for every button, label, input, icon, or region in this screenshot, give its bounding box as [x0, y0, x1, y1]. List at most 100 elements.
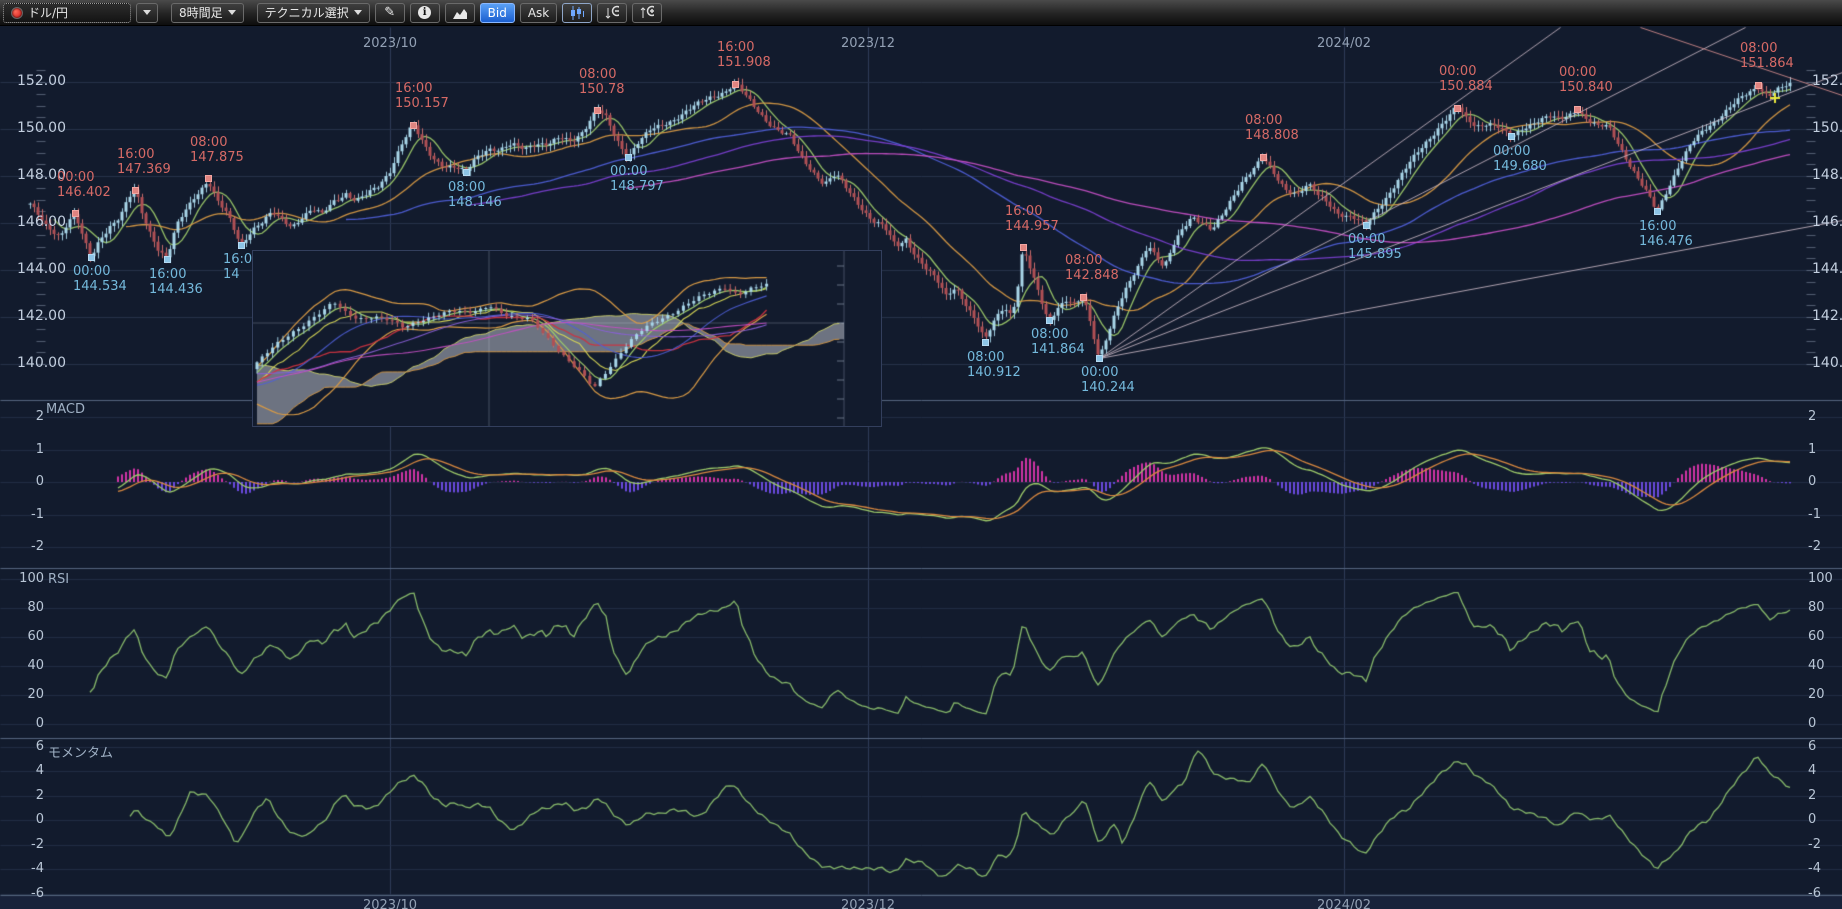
high-marker	[1574, 106, 1581, 113]
high-marker	[72, 210, 79, 217]
momentum-tick-right: 0	[1808, 812, 1816, 827]
price-axis-label-right: 142.0	[1812, 308, 1842, 324]
pair-dropdown-button[interactable]	[136, 3, 158, 23]
low-marker	[625, 154, 632, 161]
momentum-tick-right: -2	[1808, 837, 1821, 852]
rsi-tick-left: 20	[27, 687, 44, 702]
high-marker	[1020, 244, 1027, 251]
macd-tick-left: 2	[36, 409, 44, 424]
chart-style-button[interactable]	[445, 3, 475, 23]
candle-chart-button[interactable]	[562, 3, 592, 23]
technical-label: テクニカル選択	[265, 4, 349, 21]
rsi-tick-left: 80	[27, 600, 44, 615]
momentum-tick-right: -4	[1808, 861, 1821, 876]
zoom-in-button[interactable]	[632, 3, 662, 23]
momentum-tick-left: -4	[31, 861, 44, 876]
price-annotation: 00:00 140.244	[1081, 365, 1135, 395]
rsi-tick-left: 40	[27, 658, 44, 673]
zoom-out-button[interactable]	[597, 3, 627, 23]
momentum-tick-left: 2	[36, 788, 44, 803]
price-axis-label-left: 152.00	[17, 73, 66, 89]
chevron-down-icon	[143, 10, 151, 15]
low-marker	[1508, 133, 1515, 140]
low-marker	[1654, 208, 1661, 215]
rsi-tick-right: 100	[1808, 571, 1833, 586]
pencil-icon: ✎	[384, 5, 395, 20]
currency-pair-selector[interactable]: ドル/円	[3, 3, 131, 23]
momentum-tick-right: 4	[1808, 763, 1816, 778]
momentum-tick-left: -2	[31, 837, 44, 852]
currency-pair-label: ドル/円	[28, 4, 68, 21]
macd-tick-right: -1	[1808, 507, 1821, 522]
rsi-tick-right: 80	[1808, 600, 1825, 615]
high-marker	[732, 81, 739, 88]
rsi-tick-right: 60	[1808, 629, 1825, 644]
price-axis-label-right: 148.0	[1812, 167, 1842, 183]
timeframe-select[interactable]: 8時間足	[171, 3, 244, 23]
price-axis-label-left: 140.00	[17, 355, 66, 371]
momentum-tick-right: 6	[1808, 739, 1816, 754]
price-annotation: 00:00 150.884	[1439, 64, 1493, 94]
price-annotation: 16:00 144.436	[149, 267, 203, 297]
price-annotation: 16:00 147.369	[117, 147, 171, 177]
low-marker	[1363, 222, 1370, 229]
price-axis-label-left: 142.00	[17, 308, 66, 324]
date-label-top: 2023/10	[363, 36, 417, 51]
high-marker	[1755, 82, 1762, 89]
high-marker	[594, 107, 601, 114]
high-marker	[1080, 294, 1087, 301]
chart-area[interactable]: MACD RSI モメンタム 152.00150.00148.00146.001…	[0, 0, 1842, 909]
momentum-tick-right: -6	[1808, 886, 1821, 901]
rsi-tick-left: 60	[27, 629, 44, 644]
price-annotation: 16:00 144.957	[1005, 204, 1059, 234]
rsi-tick-right: 40	[1808, 658, 1825, 673]
technical-select[interactable]: テクニカル選択	[257, 3, 370, 23]
macd-tick-left: 0	[36, 474, 44, 489]
momentum-tick-right: 2	[1808, 788, 1816, 803]
price-annotation: 08:00 140.912	[967, 350, 1021, 380]
price-annotation: 08:00 148.808	[1245, 113, 1299, 143]
price-axis-label-right: 150.0	[1812, 120, 1842, 136]
high-marker	[1454, 105, 1461, 112]
ask-label: Ask	[528, 6, 549, 20]
inset-chart-canvas[interactable]	[253, 251, 881, 426]
price-annotation: 16:00 150.157	[395, 81, 449, 111]
rsi-tick-right: 0	[1808, 716, 1816, 731]
info-button[interactable]: i	[410, 3, 440, 23]
bid-button[interactable]: Bid	[480, 3, 515, 23]
high-marker	[205, 175, 212, 182]
price-annotation: 08:00 142.848	[1065, 253, 1119, 283]
date-label-bottom: 2024/02	[1317, 898, 1371, 909]
price-axis-label-left: 144.00	[17, 261, 66, 277]
price-annotation: 00:00 148.797	[610, 164, 664, 194]
main-chart-canvas[interactable]	[0, 0, 1842, 909]
low-marker	[463, 169, 470, 176]
price-axis-label-right: 152.0	[1812, 73, 1842, 89]
timeframe-label: 8時間足	[179, 4, 223, 21]
price-annotation: 00:00 146.402	[57, 170, 111, 200]
price-axis-label-left: 146.00	[17, 214, 66, 230]
momentum-tick-left: 6	[36, 739, 44, 754]
chevron-down-icon	[354, 10, 362, 15]
macd-panel-title: MACD	[46, 402, 85, 417]
price-annotation: 00:00 145.895	[1348, 232, 1402, 262]
toolbar: ドル/円 8時間足 テクニカル選択 ✎ i Bid Ask	[0, 0, 1842, 26]
date-label-bottom: 2023/12	[841, 898, 895, 909]
low-marker	[238, 242, 245, 249]
info-icon: i	[418, 6, 431, 19]
macd-tick-right: 1	[1808, 442, 1816, 457]
zoom-inset-window[interactable]	[252, 250, 882, 427]
ask-button[interactable]: Ask	[520, 3, 557, 23]
draw-tool-button[interactable]: ✎	[375, 3, 405, 23]
price-annotation: 08:00 147.875	[190, 135, 244, 165]
date-label-top: 2023/12	[841, 36, 895, 51]
high-marker	[1260, 154, 1267, 161]
date-label-top: 2024/02	[1317, 36, 1371, 51]
low-marker	[88, 254, 95, 261]
price-annotation: 00:00 144.534	[73, 264, 127, 294]
macd-tick-left: -1	[31, 507, 44, 522]
momentum-tick-left: 4	[36, 763, 44, 778]
macd-tick-left: -2	[31, 539, 44, 554]
chevron-down-icon	[228, 10, 236, 15]
trading-app-window: ドル/円 8時間足 テクニカル選択 ✎ i Bid Ask	[0, 0, 1842, 909]
